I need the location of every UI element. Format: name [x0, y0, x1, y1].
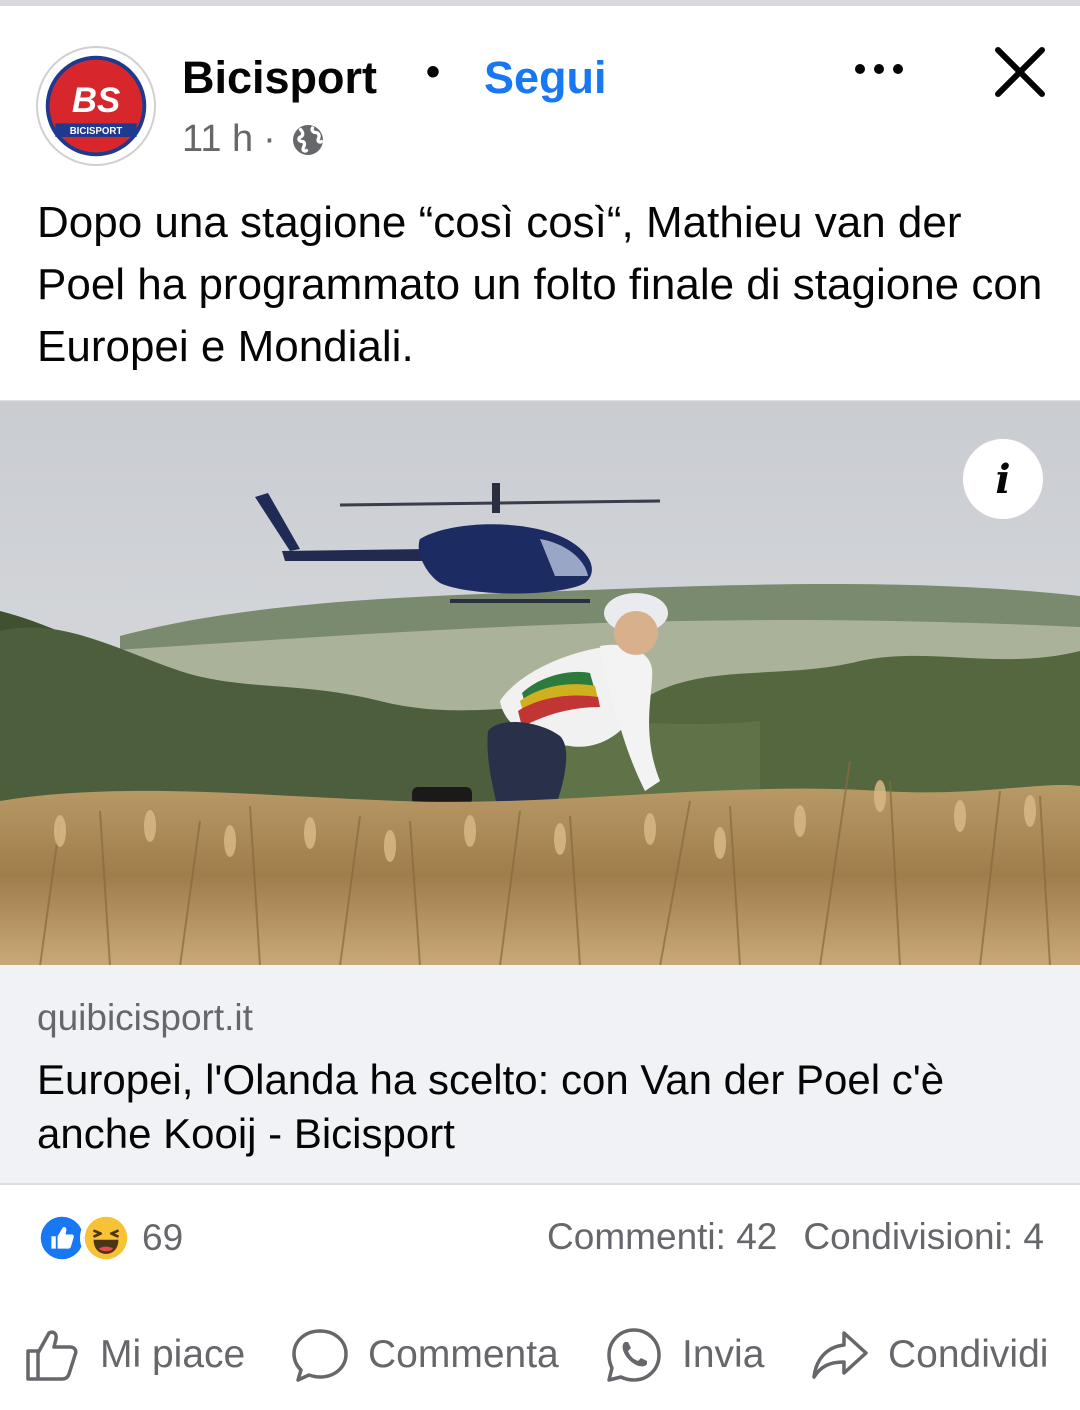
send-button[interactable]: Invia [604, 1310, 764, 1400]
close-button[interactable] [990, 42, 1050, 102]
link-title: Europei, l'Olanda ha scelto: con Van der… [37, 1056, 945, 1157]
post-image[interactable] [0, 400, 1080, 965]
reaction-count: 69 [142, 1217, 184, 1258]
comments-count[interactable]: Commenti: 42 [547, 1216, 777, 1258]
like-button[interactable]: Mi piace [22, 1310, 245, 1400]
comment-button[interactable]: Commenta [290, 1310, 559, 1400]
globe-icon [292, 124, 323, 155]
meta-separator: · [263, 118, 276, 160]
cyclist-photo [0, 401, 1080, 965]
close-icon [995, 47, 1045, 97]
post-header: BS BICISPORT Bicisport • Segui 11 h · [0, 6, 1080, 176]
share-button[interactable]: Condividi [810, 1310, 1048, 1400]
share-icon [812, 1331, 868, 1379]
more-options-button[interactable] [848, 44, 910, 94]
link-domain: quibicisport.it [37, 997, 253, 1038]
follow-button[interactable]: Segui [484, 52, 607, 104]
bicisport-logo: BS BICISPORT [39, 49, 153, 163]
more-icon-dot [855, 64, 865, 74]
avatar-logo-text: BS [72, 81, 120, 120]
post-caption: Dopo una stagione “così così“, Mathieu v… [37, 198, 1043, 371]
comment-icon [292, 1329, 348, 1382]
whatsapp-icon [607, 1328, 661, 1382]
page-name[interactable]: Bicisport [182, 52, 377, 104]
post-time[interactable]: 11 h [182, 118, 253, 161]
like-label: Mi piace [100, 1333, 246, 1376]
thumbs-up-icon [26, 1330, 78, 1381]
share-label: Condividi [888, 1333, 1049, 1376]
header-separator: • [426, 50, 441, 94]
more-icon-dot [893, 64, 903, 74]
post-meta: 11 h · [182, 118, 326, 161]
action-bar: Mi piace Commenta Invia Condividi [0, 1310, 1080, 1400]
reactions-summary[interactable]: 69 [36, 1210, 183, 1266]
haha-reaction-icon [80, 1212, 132, 1264]
post-stats: Commenti: 42 Condivisioni: 4 [547, 1216, 1044, 1258]
link-preview[interactable]: quibicisport.it Europei, l'Olanda ha sce… [0, 965, 1080, 1185]
info-button[interactable]: i [962, 438, 1044, 520]
send-label: Invia [682, 1333, 765, 1376]
more-icon-dot [874, 64, 884, 74]
avatar-logo-subtext: BICISPORT [70, 126, 123, 137]
shares-count[interactable]: Condivisioni: 4 [803, 1216, 1044, 1258]
comment-label: Commenta [368, 1333, 559, 1376]
page-avatar[interactable]: BS BICISPORT [36, 46, 156, 166]
